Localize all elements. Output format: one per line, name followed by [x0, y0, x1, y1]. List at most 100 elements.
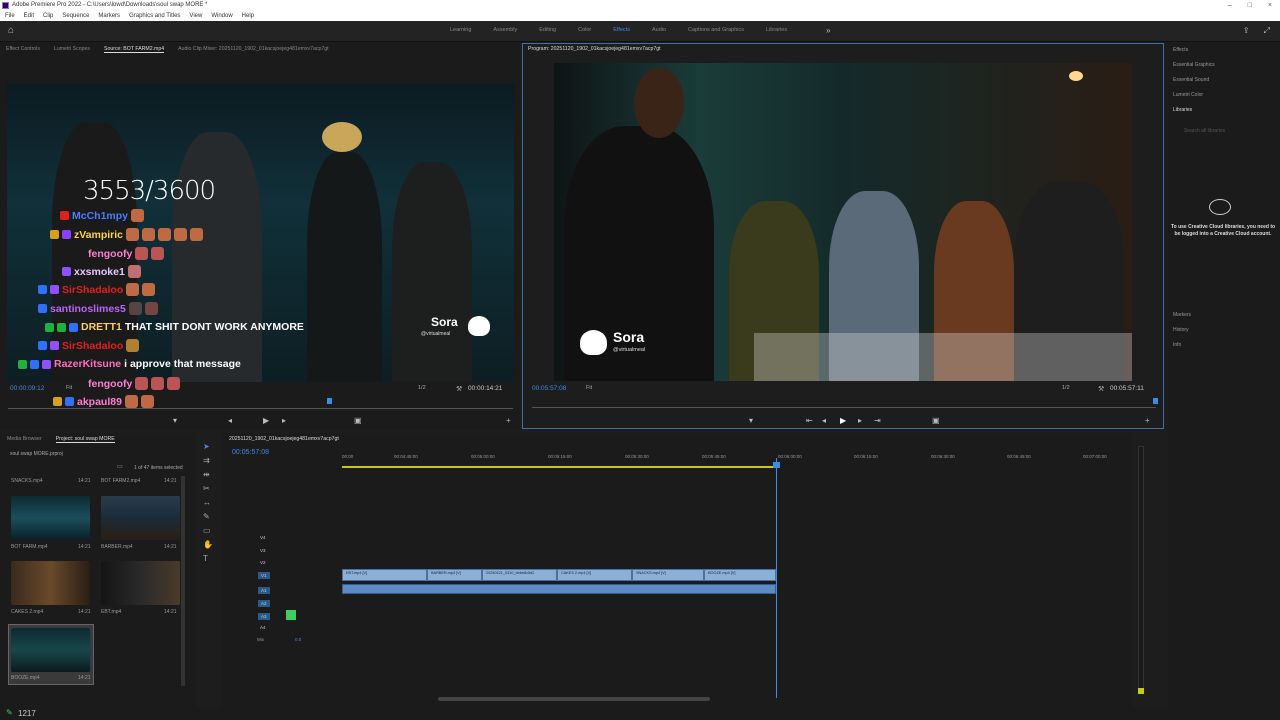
play-icon[interactable]: ▶ [263, 416, 269, 425]
menu-graphics[interactable]: Graphics and Titles [129, 11, 180, 21]
tab-audio-clip-mixer[interactable]: Audio Clip Mixer: 20251120_1902_01kacsjo… [178, 46, 328, 53]
timeline-timecode[interactable]: 00:05:57:08 [232, 449, 269, 456]
menu-file[interactable]: File [5, 11, 15, 21]
panel-libraries[interactable]: Libraries [1173, 107, 1192, 113]
panel-effects[interactable]: Effects [1173, 47, 1188, 53]
marker-icon[interactable]: ▾ [749, 416, 753, 425]
source-scrubber[interactable] [8, 408, 513, 409]
maximize-icon[interactable]: □ [1248, 0, 1252, 11]
add-button-icon[interactable]: + [506, 416, 511, 425]
menu-help[interactable]: Help [242, 11, 254, 21]
workspace-editing[interactable]: Editing [539, 27, 556, 33]
panel-info[interactable]: Info [1173, 342, 1181, 348]
source-resolution-select[interactable]: 1/2 [418, 385, 426, 391]
step-forward-icon[interactable]: ▸ [858, 416, 862, 425]
clip-thumbnail[interactable] [101, 496, 180, 540]
track-label-v4[interactable]: V4 [260, 535, 266, 540]
program-timecode[interactable]: 00:05:57:08 [532, 385, 566, 392]
audio-clip[interactable] [342, 584, 776, 594]
tab-effect-controls[interactable]: Effect Controls [6, 46, 40, 53]
sequence-tab[interactable]: 20251120_1902_01kacsjoejeg481emxv7acp7gt [229, 436, 339, 442]
library-search-input[interactable]: Search all libraries [1184, 128, 1225, 134]
workspace-learning[interactable]: Learning [450, 27, 471, 33]
panel-lumetri-color[interactable]: Lumetri Color [1173, 92, 1203, 98]
panel-essential-graphics[interactable]: Essential Graphics [1173, 62, 1215, 68]
new-bin-icon[interactable]: ▭ [117, 463, 123, 470]
add-button-icon[interactable]: + [1145, 416, 1150, 425]
track-label-v2[interactable]: V2 [260, 560, 266, 565]
share-icon[interactable]: ⇪ [1243, 26, 1250, 36]
source-timecode[interactable]: 00:00:09:12 [10, 385, 44, 392]
close-icon[interactable]: × [1268, 0, 1272, 11]
video-clip[interactable]: CAKES 2.mp4 [V] [557, 569, 632, 581]
menu-window[interactable]: Window [211, 11, 232, 21]
menu-markers[interactable]: Markers [98, 11, 120, 21]
track-label-v1[interactable]: V1 [258, 572, 270, 579]
playhead-handle[interactable] [773, 462, 780, 468]
track-label-a1[interactable]: A1 [258, 587, 270, 594]
menu-sequence[interactable]: Sequence [62, 11, 89, 21]
video-clip[interactable]: 20250121_0310_bbbe8c5d2 [482, 569, 557, 581]
track-label-a4[interactable]: A4 [260, 625, 266, 630]
selection-tool-icon[interactable]: ➤ [203, 442, 210, 451]
camera-icon[interactable]: ▣ [932, 416, 940, 425]
step-back-icon[interactable]: ◂ [228, 416, 232, 425]
step-back-icon[interactable]: ◂ [822, 416, 826, 425]
tab-lumetri-scopes[interactable]: Lumetri Scopes [54, 46, 90, 53]
slip-tool-icon[interactable]: ↔ [203, 498, 211, 507]
go-to-out-icon[interactable]: ⇥ [874, 416, 881, 425]
wrench-icon[interactable]: ⚒ [1098, 385, 1104, 393]
timeline-playhead[interactable] [776, 458, 777, 698]
timeline-horizontal-scrollbar[interactable] [438, 697, 710, 701]
workspace-audio[interactable]: Audio [652, 27, 666, 33]
program-fit-select[interactable]: Fit [586, 385, 592, 391]
panel-history[interactable]: History [1173, 327, 1189, 333]
pen-tool-icon[interactable]: ✎ [203, 512, 210, 521]
clip-thumbnail[interactable] [11, 561, 90, 605]
workspace-captions[interactable]: Captions and Graphics [688, 27, 744, 33]
play-icon[interactable]: ▶ [840, 416, 846, 425]
source-playhead[interactable] [327, 398, 332, 404]
go-to-in-icon[interactable]: ⇤ [806, 416, 813, 425]
video-clip[interactable]: SNACKS.mp4 [V] [632, 569, 704, 581]
marker-icon[interactable]: ▾ [173, 416, 177, 425]
tab-project[interactable]: Project: soul swap MORE [55, 436, 115, 443]
workspace-libraries[interactable]: Libraries [766, 27, 787, 33]
solo-toggle[interactable] [286, 610, 296, 620]
project-scrollbar[interactable] [181, 476, 185, 686]
tab-media-browser[interactable]: Media Browser [7, 436, 42, 443]
type-tool-icon[interactable]: T [203, 554, 208, 563]
panel-essential-sound[interactable]: Essential Sound [1173, 77, 1209, 83]
menu-edit[interactable]: Edit [24, 11, 34, 21]
clip-thumbnail[interactable] [11, 496, 90, 540]
step-forward-icon[interactable]: ▸ [282, 416, 286, 425]
home-icon[interactable]: ⌂ [8, 26, 18, 36]
ripple-edit-tool-icon[interactable]: ⇹ [203, 470, 210, 479]
track-label-a2[interactable]: A2 [258, 600, 270, 607]
program-playhead[interactable] [1153, 398, 1158, 404]
video-clip[interactable]: EBT.mp4 [V] [342, 569, 427, 581]
video-clip[interactable]: BOOZE.mp4 [V] [704, 569, 776, 581]
fullscreen-icon[interactable]: ⤢ [1264, 26, 1270, 36]
camera-icon[interactable]: ▣ [354, 416, 362, 425]
tab-source[interactable]: Source: BOT FARM2.mp4 [103, 46, 165, 53]
wrench-icon[interactable]: ⚒ [456, 385, 462, 393]
program-resolution-select[interactable]: 1/2 [1062, 385, 1070, 391]
program-title[interactable]: Program: 20251120_1902_01kacsjoejeg481em… [528, 46, 661, 52]
minimize-icon[interactable]: – [1228, 0, 1232, 11]
workspace-effects[interactable]: Effects [613, 27, 630, 33]
menu-view[interactable]: View [189, 11, 202, 21]
razor-tool-icon[interactable]: ✂ [203, 484, 210, 493]
workspace-assembly[interactable]: Assembly [493, 27, 517, 33]
track-select-tool-icon[interactable]: ⇉ [203, 456, 210, 465]
clip-thumbnail[interactable] [11, 628, 90, 672]
workspace-color[interactable]: Color [578, 27, 591, 33]
clip-thumbnail[interactable] [101, 561, 180, 605]
video-clip[interactable]: BARBER.mp4 [V] [427, 569, 482, 581]
mix-value[interactable]: 0.0 [295, 637, 301, 642]
timeline-ruler[interactable]: 00:00 00:04:45:00 00:05:00:00 00:05:15:0… [342, 452, 1120, 466]
rectangle-tool-icon[interactable]: ▭ [203, 526, 211, 535]
menu-clip[interactable]: Clip [43, 11, 53, 21]
work-area-bar[interactable] [342, 466, 777, 468]
program-scrubber[interactable] [532, 407, 1156, 408]
